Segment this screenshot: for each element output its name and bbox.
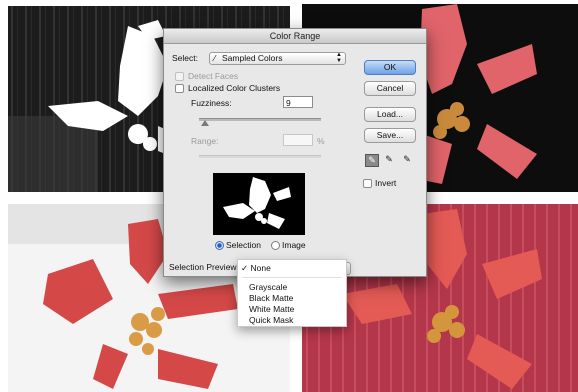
detect-faces-label: Detect Faces xyxy=(188,71,239,81)
eyedropper-icon[interactable]: ✎ xyxy=(365,154,379,167)
selection-preview-thumbnail xyxy=(213,173,305,235)
fuzziness-label: Fuzziness: xyxy=(191,98,232,108)
color-range-dialog: Color Range Select: ⁄ Sampled Colors ▲ ▼ … xyxy=(163,28,427,277)
chevron-updown-icon: ▲ ▼ xyxy=(336,52,342,64)
detect-faces-checkbox[interactable] xyxy=(175,72,184,81)
image-radio-label: Image xyxy=(282,240,306,250)
menu-item-quick-mask[interactable]: Quick Mask xyxy=(249,315,293,325)
invert-label: Invert xyxy=(375,178,397,188)
menu-divider xyxy=(242,277,342,278)
menu-item-none-label: None xyxy=(250,263,271,273)
select-dropdown[interactable]: ⁄ Sampled Colors ▲ ▼ xyxy=(209,52,346,65)
select-label: Select: xyxy=(172,53,198,63)
menu-item-none[interactable]: ✓ None xyxy=(238,262,346,274)
save-button[interactable]: Save... xyxy=(364,128,416,143)
selection-preview-label: Selection Preview: xyxy=(169,262,239,272)
image-radio[interactable] xyxy=(271,241,280,250)
range-unit: % xyxy=(317,136,325,146)
fuzziness-slider[interactable] xyxy=(199,118,321,121)
localized-clusters-label: Localized Color Clusters xyxy=(188,83,281,93)
eyedropper-icon: ⁄ xyxy=(214,53,216,63)
eyedropper-plus-icon[interactable]: ✎ xyxy=(383,154,395,165)
range-label: Range: xyxy=(191,136,219,146)
range-input xyxy=(283,134,313,146)
invert-checkbox[interactable] xyxy=(363,179,372,188)
selection-preview-menu: ✓ None Grayscale Black Matte White Matte… xyxy=(237,259,347,327)
fuzziness-slider-thumb[interactable] xyxy=(201,120,210,126)
load-button[interactable]: Load... xyxy=(364,107,416,122)
selection-radio-label: Selection xyxy=(226,240,261,250)
cancel-button[interactable]: Cancel xyxy=(364,81,416,96)
select-value: Sampled Colors xyxy=(222,53,283,63)
localized-clusters-checkbox[interactable] xyxy=(175,84,184,93)
checkmark-icon: ✓ xyxy=(241,263,249,273)
menu-item-white-matte[interactable]: White Matte xyxy=(249,304,294,314)
menu-item-black-matte[interactable]: Black Matte xyxy=(249,293,293,303)
range-slider xyxy=(199,155,321,158)
fuzziness-input[interactable]: 9 xyxy=(283,96,313,108)
menu-item-grayscale[interactable]: Grayscale xyxy=(249,282,287,292)
eyedropper-minus-icon[interactable]: ✎ xyxy=(401,154,413,165)
selection-radio[interactable] xyxy=(215,241,224,250)
ok-button[interactable]: OK xyxy=(364,60,416,75)
dialog-title: Color Range xyxy=(164,29,426,44)
